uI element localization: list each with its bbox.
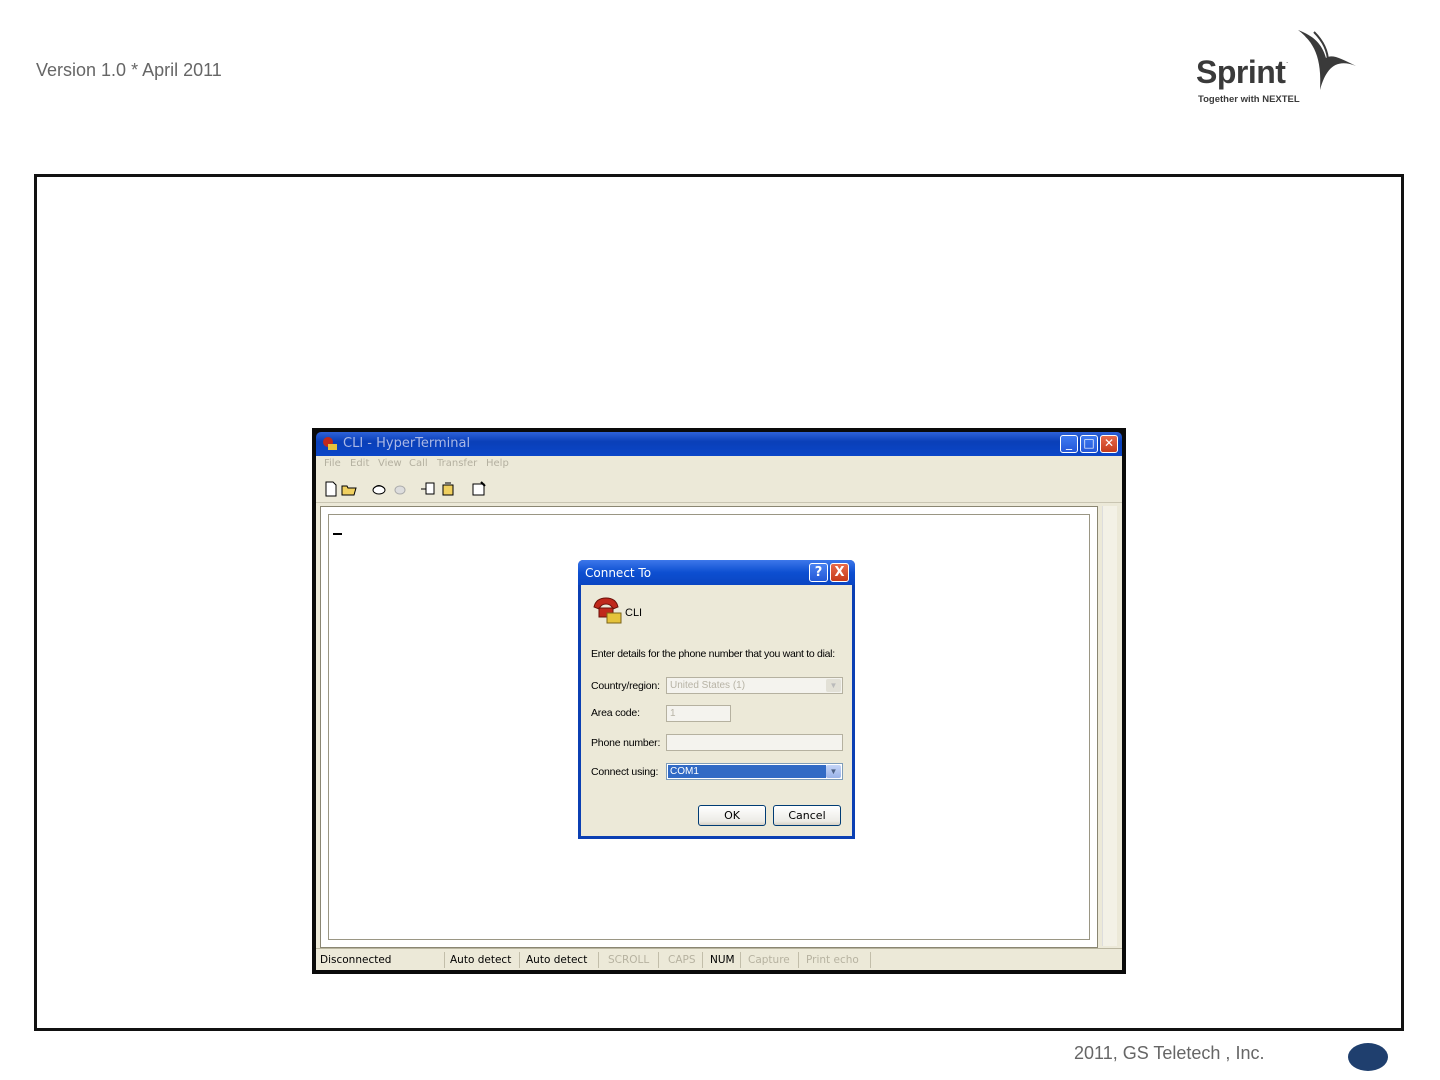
status-detect-2: Auto detect	[526, 954, 588, 966]
version-label: Version 1.0 * April 2011	[36, 60, 222, 80]
menu-edit[interactable]: Edit	[350, 458, 369, 469]
country-label: Country/region:	[591, 680, 660, 692]
status-separator	[519, 952, 520, 968]
page-number-badge	[1348, 1043, 1388, 1071]
area-code-label: Area code:	[591, 707, 640, 719]
footer-copyright: 2011, GS Teletech , Inc.	[1074, 1043, 1265, 1063]
menu-bar: File Edit View Call Transfer Help	[316, 456, 1122, 474]
logo-tagline: Together with NEXTEL	[1198, 94, 1300, 105]
logo-wordmark: Sprint	[1196, 54, 1286, 90]
close-window-button[interactable]: ✕	[1100, 435, 1118, 453]
logo-trademark: .	[1286, 56, 1289, 65]
properties-icon[interactable]	[471, 481, 487, 497]
connect-to-dialog: Connect To ? X CLI Enter details for the…	[578, 560, 855, 839]
connect-using-value: COM1	[668, 765, 826, 778]
chevron-down-icon[interactable]: ▼	[826, 765, 841, 778]
minimize-button[interactable]: _	[1060, 435, 1078, 453]
status-scroll: SCROLL	[608, 954, 650, 966]
status-separator	[740, 952, 741, 968]
maximize-button[interactable]: □	[1080, 435, 1098, 453]
sprint-wing-icon	[1298, 30, 1356, 90]
status-detect-1: Auto detect	[450, 954, 512, 966]
menu-transfer[interactable]: Transfer	[437, 458, 477, 469]
hyperterminal-app-icon[interactable]	[322, 436, 338, 452]
status-separator	[598, 952, 599, 968]
status-bar: Disconnected Auto detect Auto detect SCR…	[316, 948, 1122, 971]
status-num: NUM	[710, 954, 735, 966]
menu-call[interactable]: Call	[409, 458, 428, 469]
country-value: United States (1)	[670, 680, 746, 691]
area-code-value: 1	[670, 708, 676, 719]
status-separator	[702, 952, 703, 968]
menu-file[interactable]: File	[324, 458, 341, 469]
vertical-scrollbar[interactable]	[1102, 506, 1117, 946]
dialog-description: Enter details for the phone number that …	[591, 648, 835, 660]
status-caps: CAPS	[668, 954, 696, 966]
menu-view[interactable]: View	[378, 458, 402, 469]
connect-using-select[interactable]: COM1 ▼	[666, 763, 843, 780]
help-icon: ?	[814, 565, 823, 580]
connect-using-label: Connect using:	[591, 766, 659, 778]
text-cursor	[333, 533, 342, 535]
status-separator	[870, 952, 871, 968]
phone-number-label: Phone number:	[591, 737, 661, 749]
dialog-titlebar[interactable]: Connect To ? X	[578, 560, 855, 585]
connection-phone-icon	[593, 597, 622, 624]
window-title: CLI - HyperTerminal	[343, 436, 471, 451]
country-select[interactable]: United States (1) ▼	[666, 677, 843, 694]
status-separator	[444, 952, 445, 968]
receive-icon[interactable]	[440, 481, 456, 497]
cancel-button[interactable]: Cancel	[773, 805, 841, 826]
maximize-icon: □	[1083, 436, 1095, 450]
ok-button[interactable]: OK	[698, 805, 766, 826]
menu-help[interactable]: Help	[486, 458, 509, 469]
status-print-echo: Print echo	[806, 954, 859, 966]
close-dialog-button[interactable]: X	[830, 563, 849, 582]
close-icon: ✕	[1103, 436, 1115, 450]
sprint-logo: Sprint . Together with NEXTEL	[1196, 28, 1366, 108]
dialog-body: CLI Enter details for the phone number t…	[581, 585, 852, 836]
status-capture: Capture	[748, 954, 790, 966]
chevron-down-icon[interactable]: ▼	[826, 679, 841, 692]
status-separator	[798, 952, 799, 968]
area-code-field[interactable]: 1	[666, 705, 731, 722]
phone-number-field[interactable]	[666, 734, 843, 751]
open-icon[interactable]	[341, 481, 357, 497]
send-icon[interactable]	[420, 481, 436, 497]
new-icon[interactable]	[323, 481, 339, 497]
connection-name: CLI	[625, 607, 643, 619]
help-button[interactable]: ?	[809, 563, 828, 582]
status-connection: Disconnected	[320, 954, 392, 966]
status-separator	[658, 952, 659, 968]
close-icon: X	[834, 565, 845, 580]
dialog-title: Connect To	[585, 566, 652, 580]
disconnect-icon[interactable]	[392, 481, 408, 497]
window-titlebar[interactable]: CLI - HyperTerminal _ □ ✕	[316, 432, 1122, 456]
toolbar	[316, 476, 1122, 503]
dial-icon[interactable]	[371, 481, 387, 497]
minimize-icon: _	[1066, 436, 1072, 450]
